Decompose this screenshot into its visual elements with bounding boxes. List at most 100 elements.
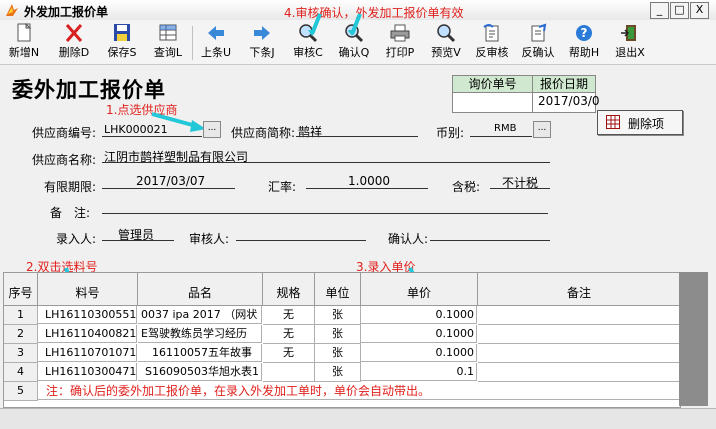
supplier-short-value[interactable]: 鹊祥 (298, 123, 322, 140)
cell-spec[interactable]: 无 (263, 344, 315, 363)
unaudit-button[interactable]: 反审核 (472, 22, 512, 62)
cell-name[interactable]: S16090503华旭水表1 (138, 363, 262, 381)
undo-confirm-icon (531, 23, 547, 42)
magnifier-preview-icon (437, 24, 456, 43)
cell-name[interactable]: E驾驶教练员学习经历 (138, 325, 262, 343)
printer-icon (390, 24, 410, 42)
cell-price[interactable]: 0.1 (361, 363, 477, 381)
cell-price[interactable]: 0.1000 (361, 325, 477, 343)
quote-date-value[interactable]: 2017/03/0 (538, 94, 600, 108)
inquiry-info-table: 询价单号 报价日期 2017/03/0 (452, 75, 600, 113)
cell-remark[interactable] (478, 363, 680, 382)
delete-x-icon (65, 24, 83, 42)
col-header-no[interactable]: 序号 (4, 273, 38, 306)
window-title: 外发加工报价单 (24, 5, 109, 19)
supplier-name-label: 供应商名称: (32, 153, 97, 167)
bottom-scroll-area (0, 408, 716, 429)
row-number[interactable]: 1 (4, 306, 38, 325)
next-record-button[interactable]: 下条J (242, 22, 282, 62)
rate-value[interactable]: 1.0000 (348, 174, 390, 188)
arrow-right-icon (254, 26, 270, 40)
query-table-icon (159, 24, 177, 41)
cell-unit[interactable]: 张 (315, 363, 361, 382)
form-title: 委外加工报价单 (12, 78, 166, 102)
item-grid: 序号 料号 品名 规格 单位 单价 备注 1 LH16110300551 003… (3, 272, 681, 408)
cell-remark[interactable] (478, 306, 680, 325)
delete-item-label: 删除项 (628, 117, 665, 131)
help-question-icon: ? (576, 25, 592, 41)
svg-text:?: ? (581, 26, 588, 40)
cell-name[interactable]: 0037 ipa 2017 （网状 (138, 306, 262, 324)
annotation-arrows-step4 (308, 13, 362, 36)
save-label: 保存S (107, 46, 137, 59)
cell-part-no[interactable]: LH16110400821 (38, 325, 137, 343)
row-number[interactable]: 2 (4, 325, 38, 344)
cell-name[interactable]: 16110057五年故事 (138, 344, 262, 362)
currency-lookup-button[interactable]: ... (533, 121, 551, 138)
col-header-price[interactable]: 单价 (361, 273, 478, 306)
row-number[interactable]: 4 (4, 363, 38, 382)
preview-button[interactable]: 预览V (426, 22, 466, 62)
arrow-left-icon (208, 26, 224, 40)
new-document-icon (17, 23, 32, 42)
cell-spec[interactable] (263, 363, 315, 382)
valid-until-value[interactable]: 2017/03/07 (136, 174, 205, 188)
row-number[interactable]: 3 (4, 344, 38, 363)
col-header-unit[interactable]: 单位 (315, 273, 361, 306)
grid-empty-area (679, 272, 708, 406)
new-button[interactable]: 新增N (4, 22, 44, 62)
undo-audit-icon (483, 24, 499, 42)
cell-unit[interactable]: 张 (315, 325, 361, 344)
cell-unit[interactable]: 张 (315, 306, 361, 325)
minimize-button[interactable]: _ (650, 2, 669, 19)
row-number[interactable]: 5 (4, 382, 38, 401)
help-button[interactable]: ? 帮助H (564, 22, 604, 62)
cell-remark[interactable] (478, 325, 680, 344)
col-header-spec[interactable]: 规格 (263, 273, 315, 306)
currency-label: 币别: (436, 126, 465, 140)
col-header-remark[interactable]: 备注 (478, 273, 680, 306)
supplier-code-value[interactable]: LHK000021 (104, 123, 168, 136)
close-button[interactable]: X (690, 2, 709, 19)
maximize-button[interactable]: □ (670, 2, 689, 19)
exit-door-icon (621, 25, 636, 41)
cell-spec[interactable]: 无 (263, 325, 315, 344)
exit-button[interactable]: 退出X (610, 22, 650, 62)
grid-table-icon (606, 115, 620, 129)
inquiry-no-header: 询价单号 (453, 76, 533, 93)
quote-date-header: 报价日期 (533, 76, 595, 93)
prev-record-label: 上条U (200, 46, 232, 59)
unconfirm-button[interactable]: 反确认 (518, 22, 558, 62)
col-header-part-no[interactable]: 料号 (38, 273, 138, 306)
rate-label: 汇率: (268, 180, 297, 194)
cell-part-no[interactable]: LH16110300471 (38, 363, 137, 381)
cell-part-no[interactable]: LH16110300551 (38, 306, 137, 324)
cell-remark[interactable] (478, 344, 680, 363)
delete-item-button[interactable]: 删除项 (597, 110, 683, 135)
save-button[interactable]: 保存S (102, 22, 142, 62)
delete-button[interactable]: 删除D (54, 22, 94, 62)
inquiry-label: 查询L (153, 46, 183, 59)
valid-until-label: 有限期限: (44, 180, 97, 194)
prev-record-button[interactable]: 上条U (196, 22, 236, 62)
currency-value[interactable]: RMB (494, 123, 516, 134)
confirmer-label: 确认人: (388, 232, 429, 246)
cell-price[interactable]: 0.1000 (361, 344, 477, 362)
cell-part-no[interactable]: LH16110701071 (38, 344, 137, 362)
unconfirm-label: 反确认 (521, 46, 555, 59)
auditor-label: 审核人: (189, 232, 230, 246)
supplier-lookup-button[interactable]: ... (203, 121, 221, 138)
supplier-code-label: 供应商编号: (32, 126, 97, 140)
col-header-name[interactable]: 品名 (138, 273, 263, 306)
cell-unit[interactable]: 张 (315, 344, 361, 363)
inquiry-button[interactable]: 查询L (148, 22, 188, 62)
preview-label: 预览V (431, 46, 461, 59)
remark-label: 备 注: (50, 206, 91, 220)
confirm-label: 确认Q (338, 46, 370, 59)
cell-price[interactable]: 0.1000 (361, 306, 477, 324)
exit-label: 退出X (615, 46, 645, 59)
print-label: 打印P (385, 46, 415, 59)
cell-spec[interactable]: 无 (263, 306, 315, 325)
tax-label: 含税: (452, 180, 481, 194)
entered-by-label: 录入人: (56, 232, 97, 246)
